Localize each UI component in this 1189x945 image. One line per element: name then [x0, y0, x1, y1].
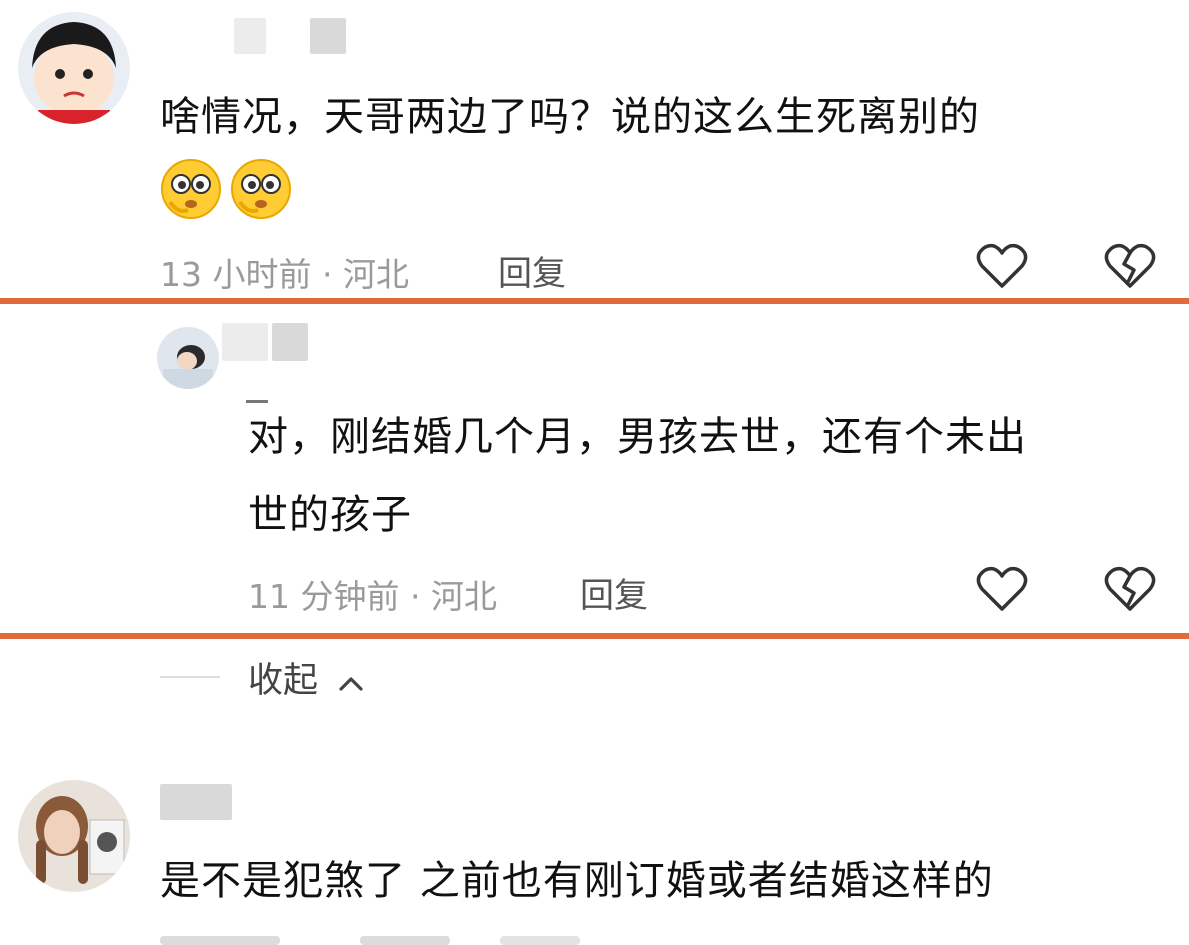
username-blurred-1: [234, 18, 266, 54]
broken-heart-icon[interactable]: [1104, 565, 1156, 613]
avatar-comment-3[interactable]: [18, 780, 130, 892]
highlight-divider-bottom: [0, 633, 1189, 639]
avatar-reply-1[interactable]: [157, 327, 219, 389]
reply-button-2[interactable]: 回复: [580, 568, 648, 617]
cut-off-meta-row: [160, 936, 780, 945]
collapse-line: [160, 676, 220, 678]
username-blurred-1b: [310, 18, 346, 54]
reply-1-meta: 11 分钟前 · 河北: [248, 577, 497, 616]
emoji-pleading-icon: [230, 158, 292, 220]
username-blurred-2b: [272, 323, 308, 361]
reply-1-text-line1: 对，刚结婚几个月，男孩去世，还有个未出: [248, 414, 1027, 460]
username-blurred-2: [222, 323, 268, 361]
comment-1-meta: 13 小时前 · 河北: [160, 255, 409, 294]
collapse-button[interactable]: 收起: [248, 652, 365, 703]
chevron-up-icon: [337, 662, 365, 702]
avatar-comment-1[interactable]: [18, 12, 130, 124]
collapse-label: 收起: [248, 661, 319, 701]
like-heart-icon[interactable]: [976, 565, 1028, 613]
reply-1-text-line2: 世的孩子: [248, 492, 412, 538]
highlight-divider-top: [0, 298, 1189, 304]
username-blurred-3: [160, 784, 232, 820]
reply-button-1[interactable]: 回复: [498, 246, 566, 295]
comment-1-text: 啥情况，天哥两边了吗？说的这么生死离别的: [160, 94, 980, 140]
like-heart-icon[interactable]: [976, 242, 1028, 290]
broken-heart-icon[interactable]: [1104, 242, 1156, 290]
emoji-pleading-icon: [160, 158, 222, 220]
comment-3-text: 是不是犯煞了 之前也有刚订婚或者结婚这样的: [160, 858, 994, 904]
